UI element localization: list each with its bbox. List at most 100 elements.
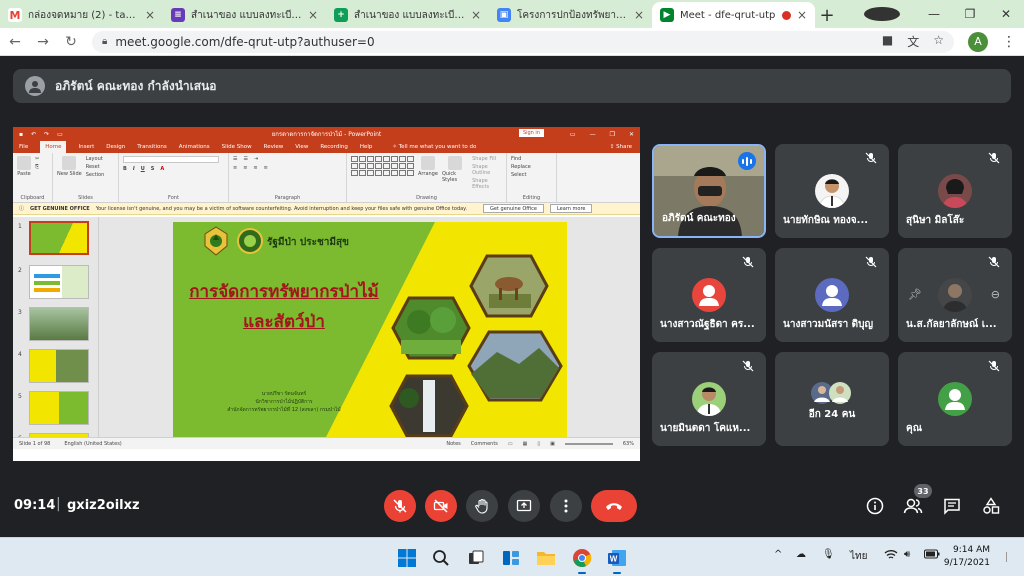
language-status: English (United States) <box>64 440 122 447</box>
slide-thumbnail-1 <box>29 221 89 255</box>
translate-icon[interactable]: 文 <box>907 33 919 50</box>
people-icon <box>903 498 923 514</box>
close-icon[interactable]: × <box>634 8 644 22</box>
reload-icon[interactable]: ↻ <box>64 34 78 50</box>
participant-name: นายมินตดา โคแห... <box>660 423 751 434</box>
tab-forms-1[interactable]: ≡ สำเนาของ แบบลงทะเบียนเข้าร่ × <box>163 2 326 28</box>
tab-search-icon[interactable]: ▾ <box>864 7 900 21</box>
browser-tab-strip: M กล่องจดหมาย (2) - tatsina52 × ≡ สำเนาข… <box>0 0 1024 28</box>
shapes-gallery <box>351 156 414 176</box>
leave-call-button[interactable] <box>591 490 637 522</box>
indent-icon: ⇥ <box>253 156 259 162</box>
remove-icon[interactable]: ⊖ <box>991 288 1000 301</box>
participant-tile-hovered[interactable]: 📌︎ ⊖ น.ส.กัลยาลักษณ์ เ... <box>898 248 1012 342</box>
gmail-icon: M <box>8 8 22 22</box>
tab-sheets[interactable]: + สำเนาของ แบบลงทะเบียนเข้าร่ × <box>326 2 489 28</box>
participant-tile[interactable]: สุนิษา มิลโส๊ะ <box>898 144 1012 238</box>
bullets-icon: ☰ <box>233 156 238 162</box>
mic-off-icon <box>742 256 756 270</box>
participant-tile[interactable]: นายทักษิณ ทองจ... <box>775 144 889 238</box>
speaking-indicator-icon <box>738 152 756 170</box>
participant-tile-self[interactable]: คุณ <box>898 352 1012 446</box>
mic-off-icon <box>988 256 1002 270</box>
restore-icon[interactable]: ❐ <box>952 7 988 21</box>
lock-icon[interactable]: 🔒︎ <box>102 36 107 47</box>
show-everyone-button[interactable] <box>902 495 924 517</box>
microphone-toggle-button[interactable] <box>384 490 416 522</box>
layout-label: Layout <box>85 156 103 162</box>
participant-tile[interactable]: นางสาวมนัสรา ดิบุญ <box>775 248 889 342</box>
file-explorer-button[interactable] <box>535 547 557 569</box>
separator: | <box>56 496 61 512</box>
show-desktop-button[interactable] <box>1006 552 1012 562</box>
input-language[interactable]: ไทย <box>850 549 867 564</box>
chrome-taskbar-button[interactable] <box>571 547 593 574</box>
others-tile[interactable]: อีก 24 คน <box>775 352 889 446</box>
close-icon[interactable]: × <box>797 8 807 22</box>
hexagon-photo-waterfall <box>389 374 469 438</box>
sign-in-button: Sign in <box>518 129 544 137</box>
comments-button: Comments <box>470 440 498 447</box>
arrange-label: Arrange <box>418 171 438 177</box>
paste-icon <box>17 156 31 170</box>
wifi-icon[interactable] <box>884 549 898 563</box>
browser-menu-icon[interactable]: ⋮ <box>1002 34 1016 50</box>
menu-insert: Insert <box>78 144 95 150</box>
taskbar-search-button[interactable] <box>430 547 452 569</box>
word-taskbar-button[interactable]: W <box>606 547 628 574</box>
google-forms-icon: ≡ <box>171 8 185 22</box>
tab-meet[interactable]: ▶ Meet - dfe-qrut-utp × <box>652 2 815 28</box>
bookmark-star-icon[interactable]: ☆ <box>933 33 944 50</box>
mic-off-icon <box>742 360 756 374</box>
close-icon[interactable]: × <box>145 8 155 22</box>
zoom-level: 63% <box>622 440 634 447</box>
present-now-button[interactable] <box>508 490 540 522</box>
close-icon[interactable]: × <box>471 8 481 22</box>
current-slide: รัฐมีป่า ประชามีสุข การจัดการทรัพยากรป่า… <box>173 222 567 443</box>
camera-toggle-button[interactable] <box>425 490 457 522</box>
minimize-icon[interactable]: — <box>916 7 952 21</box>
system-clock[interactable]: 9:14 AM 9/17/2021 <box>944 544 990 570</box>
widgets-button[interactable] <box>500 547 522 569</box>
menu-review: Review <box>263 144 284 150</box>
forward-icon[interactable]: → <box>36 34 50 50</box>
participant-tile-presenter[interactable]: อภิรัตน์ คณะทอง <box>652 144 766 238</box>
task-view-button[interactable] <box>465 547 487 569</box>
close-window-icon[interactable]: ✕ <box>988 7 1024 21</box>
participant-name: นายทักษิณ ทองจ... <box>783 215 869 226</box>
slide-thumbnails: 1 2 3 4 5 6 <box>13 217 99 449</box>
back-icon[interactable]: ← <box>8 34 22 50</box>
raise-hand-button[interactable] <box>466 490 498 522</box>
battery-icon[interactable] <box>924 549 940 562</box>
camera-in-use-icon[interactable]: ■ <box>882 33 893 50</box>
meeting-details-button[interactable] <box>864 495 886 517</box>
profile-avatar[interactable]: A <box>968 31 988 52</box>
participant-tile[interactable]: นายมินตดา โคแห... <box>652 352 766 446</box>
pin-icon[interactable]: 📌︎ <box>908 288 922 301</box>
present-screen-icon <box>516 499 532 512</box>
chat-button[interactable] <box>941 495 963 517</box>
show-hidden-icons[interactable]: ^ <box>774 549 782 560</box>
new-tab-button[interactable]: + <box>815 2 839 28</box>
more-options-button[interactable] <box>550 490 582 522</box>
tab-gmail[interactable]: M กล่องจดหมาย (2) - tatsina52 × <box>0 2 163 28</box>
participant-avatar <box>938 174 972 208</box>
onedrive-icon[interactable]: ☁ <box>796 549 806 560</box>
slide-thumbnail-4 <box>29 349 89 383</box>
url-text[interactable]: meet.google.com/dfe-qrut-utp?authuser=0 <box>115 35 874 49</box>
paste-label: Paste <box>17 171 31 177</box>
close-icon[interactable]: × <box>308 8 318 22</box>
group-avatars-icon <box>808 376 856 410</box>
participant-tile[interactable]: นางสาวณัฐธิดา คร... <box>652 248 766 342</box>
tab-classroom[interactable]: ▣ โครงการปกป้องทรัพยากรป่าและ × <box>489 2 652 28</box>
thumb-number: 4 <box>18 351 22 358</box>
microphone-in-use-icon[interactable]: 🎙︎ <box>822 549 835 560</box>
menu-animations: Animations <box>178 144 210 150</box>
volume-icon[interactable]: 🔊︎ <box>904 549 910 560</box>
tab-label: สำเนาของ แบบลงทะเบียนเข้าร่ <box>191 9 302 21</box>
address-bar[interactable]: 🔒︎ meet.google.com/dfe-qrut-utp?authuser… <box>92 30 954 53</box>
start-button[interactable] <box>396 547 418 569</box>
activities-button[interactable] <box>980 495 1002 517</box>
participant-name: คุณ <box>906 423 922 434</box>
align-right-icon: ≡ <box>253 165 258 171</box>
